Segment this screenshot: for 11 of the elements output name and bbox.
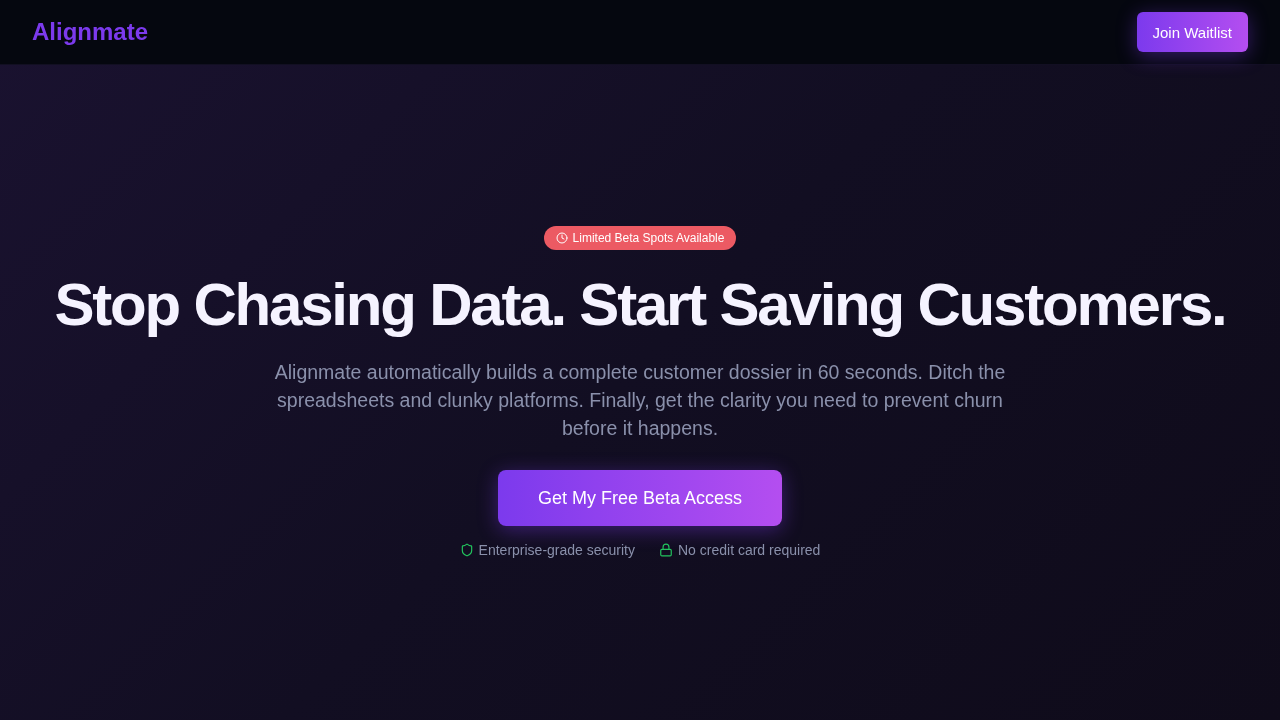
lock-icon: [659, 543, 673, 557]
headline: Stop Chasing Data. Start Saving Customers.: [54, 272, 1226, 338]
join-waitlist-button[interactable]: Join Waitlist: [1136, 12, 1248, 52]
trust-label: No credit card required: [678, 542, 821, 558]
clock-icon: [555, 232, 568, 244]
beta-badge: Limited Beta Spots Available: [543, 226, 737, 250]
logo[interactable]: Alignmate: [32, 18, 148, 46]
shield-icon: [459, 543, 474, 557]
beta-access-button[interactable]: Get My Free Beta Access: [497, 470, 783, 526]
subtitle: Alignmate automatically builds a complete customer dossier in 60 seconds. Ditch the spreadsheets and clunky platforms. Finally, get the clarity you need to prevent churn before it happens.: [273, 360, 1007, 441]
trust-label: Enterprise-grade security: [478, 542, 635, 558]
